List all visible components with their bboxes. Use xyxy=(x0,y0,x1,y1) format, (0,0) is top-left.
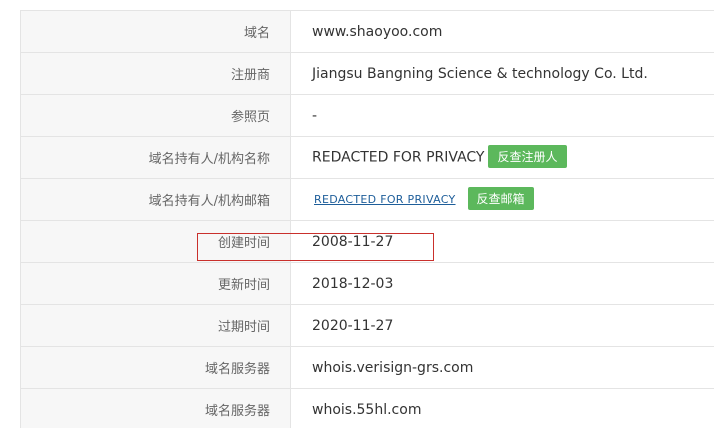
row-registrar: 注册商 Jiangsu Bangning Science & technolog… xyxy=(20,52,714,95)
label-domain: 域名 xyxy=(20,10,291,53)
whois-panel: 域名 www.shaoyoo.com 注册商 Jiangsu Bangning … xyxy=(0,0,714,428)
value-referral: - xyxy=(290,94,714,137)
row-registrant-email: 域名持有人/机构邮箱 REDACTED FOR PRIVACY 反查邮箱 xyxy=(20,178,714,221)
row-domain: 域名 www.shaoyoo.com xyxy=(20,10,714,53)
label-updated: 更新时间 xyxy=(20,262,291,305)
value-created: 2008-11-27 xyxy=(290,220,714,263)
row-expires: 过期时间 2020-11-27 xyxy=(20,304,714,347)
row-registrant-name: 域名持有人/机构名称 REDACTED FOR PRIVACY 反查注册人 xyxy=(20,136,714,179)
row-nameserver-2: 域名服务器 whois.55hl.com xyxy=(20,388,714,428)
row-referral: 参照页 - xyxy=(20,94,714,137)
label-expires: 过期时间 xyxy=(20,304,291,347)
reverse-registrant-button[interactable]: 反查注册人 xyxy=(488,145,567,168)
value-domain: www.shaoyoo.com xyxy=(290,10,714,53)
value-expires: 2020-11-27 xyxy=(290,304,714,347)
row-nameserver-1: 域名服务器 whois.verisign-grs.com xyxy=(20,346,714,389)
registrant-email-link[interactable]: REDACTED FOR PRIVACY xyxy=(314,193,456,206)
value-nameserver-2: whois.55hl.com xyxy=(290,388,714,428)
row-created: 创建时间 2008-11-27 xyxy=(20,220,714,263)
label-referral: 参照页 xyxy=(20,94,291,137)
label-created: 创建时间 xyxy=(20,220,291,263)
cell-registrant-email: REDACTED FOR PRIVACY 反查邮箱 xyxy=(290,178,714,221)
label-nameserver-2: 域名服务器 xyxy=(20,388,291,428)
label-registrar: 注册商 xyxy=(20,52,291,95)
cell-registrant-name: REDACTED FOR PRIVACY 反查注册人 xyxy=(290,136,714,179)
label-registrant-email: 域名持有人/机构邮箱 xyxy=(20,178,291,221)
row-updated: 更新时间 2018-12-03 xyxy=(20,262,714,305)
whois-table: 域名 www.shaoyoo.com 注册商 Jiangsu Bangning … xyxy=(20,10,714,428)
value-registrant-name: REDACTED FOR PRIVACY xyxy=(312,149,485,166)
value-updated: 2018-12-03 xyxy=(290,262,714,305)
label-registrant-name: 域名持有人/机构名称 xyxy=(20,136,291,179)
value-nameserver-1: whois.verisign-grs.com xyxy=(290,346,714,389)
reverse-email-button[interactable]: 反查邮箱 xyxy=(467,187,534,210)
label-nameserver-1: 域名服务器 xyxy=(20,346,291,389)
value-registrar: Jiangsu Bangning Science & technology Co… xyxy=(290,52,714,95)
